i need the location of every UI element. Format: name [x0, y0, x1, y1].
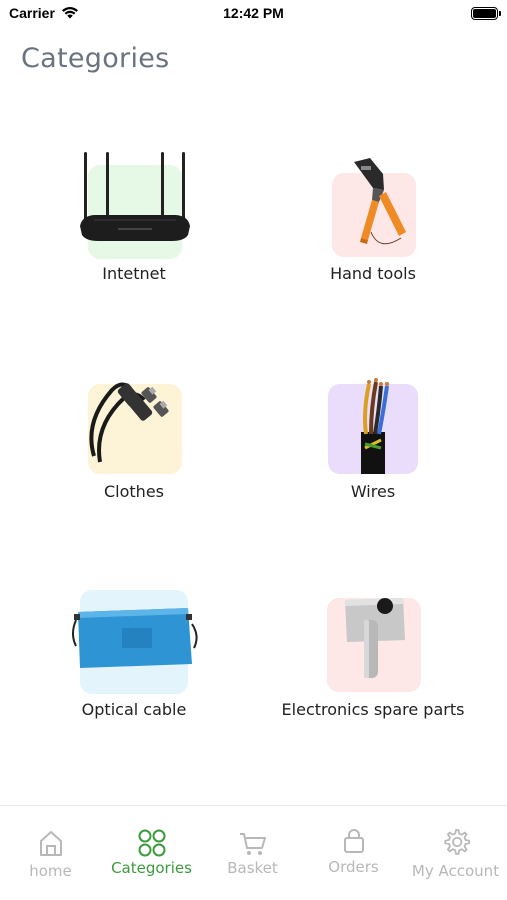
home-icon [39, 831, 62, 856]
category-label: Electronics spare parts [281, 700, 465, 719]
category-label: Intetnet [102, 264, 166, 283]
tab-label: home [29, 862, 72, 880]
category-clothes[interactable]: Clothes [14, 362, 254, 512]
category-electronics-spare-parts[interactable]: Electronics spare parts [253, 584, 493, 734]
gear-icon [443, 829, 470, 855]
tab-basket[interactable]: Basket [202, 806, 303, 900]
tab-label: Orders [328, 858, 379, 876]
category-wires[interactable]: Wires [253, 362, 493, 512]
tab-label: My Account [411, 862, 500, 880]
battery-image [72, 608, 198, 668]
tab-my-account[interactable]: My Account [404, 806, 507, 900]
status-bar: Carrier 12:42 PM [0, 0, 507, 30]
tab-label: Categories [111, 859, 192, 877]
category-label: Clothes [104, 482, 164, 501]
wires-image [361, 378, 389, 474]
tab-orders[interactable]: Orders [303, 806, 404, 900]
category-optical-cable[interactable]: Optical cable [14, 584, 254, 734]
bag-icon [343, 829, 364, 853]
spare-part-image [345, 598, 405, 678]
category-label: Wires [350, 482, 396, 501]
category-internet[interactable]: Intetnet [14, 140, 254, 290]
page-title: Categories [21, 43, 170, 74]
category-label: Optical cable [81, 700, 187, 719]
category-hand-tools[interactable]: Hand tools [253, 140, 493, 290]
router-image [80, 152, 190, 241]
tab-home[interactable]: home [0, 806, 101, 900]
grid-icon [138, 829, 165, 857]
status-time: 12:42 PM [223, 5, 284, 21]
battery-icon [471, 7, 501, 20]
tab-label: Basket [227, 859, 278, 877]
tab-categories[interactable]: Categories [101, 806, 202, 900]
tab-bar: home Categories Basket Orders My Account [0, 805, 507, 900]
optical-cable-image [89, 382, 169, 463]
crimping-tool-image [354, 158, 406, 245]
category-label: Hand tools [330, 264, 416, 283]
cart-icon [239, 833, 266, 855]
